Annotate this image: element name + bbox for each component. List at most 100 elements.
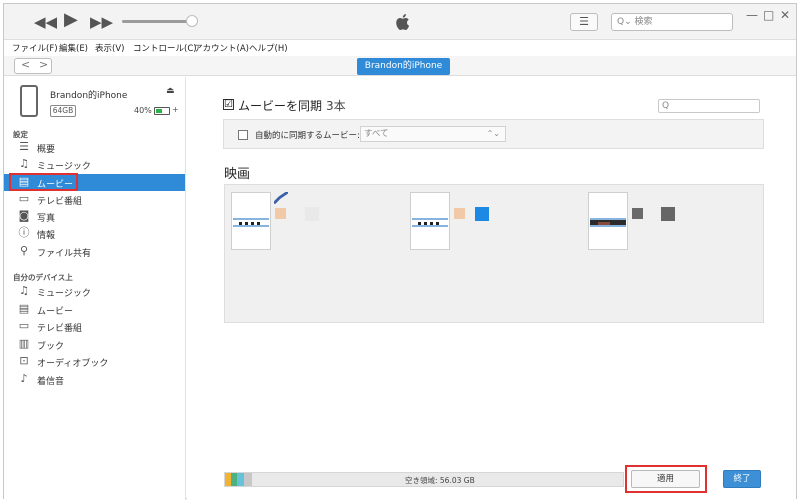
audiobook-icon: ⊡ [19,354,29,367]
sidebar-item-device-books[interactable]: ▥ ブック [4,336,185,353]
battery-fill [156,109,162,113]
back-button[interactable]: < [21,58,30,71]
film-strip [233,218,269,227]
storage-bar: 空き領域: 56.03 GB [224,472,624,487]
bell-icon: ♪ [20,372,28,385]
sidebar-item-music[interactable]: ♫ ミュージック [4,156,185,173]
sidebar-item-label: ファイル共有 [37,249,92,259]
chevron-updown-icon: ⌃⌄ [486,129,500,138]
movie-thumbnail[interactable] [410,192,450,250]
movies-highlight-box [9,173,78,191]
movies-section-header: 映画 [224,167,251,182]
sidebar-item-label: ミュージック [37,289,91,299]
movie-grid [224,184,764,323]
eject-icon[interactable]: ⏏ [166,86,175,96]
sidebar-item-device-ringtones[interactable]: ♪ 着信音 [4,371,185,388]
music-icon: ♫ [19,284,29,297]
forward-button[interactable]: ▶▶ [90,13,113,31]
maximize-button[interactable]: □ [763,8,774,22]
sidebar-item-info[interactable]: ⓘ 情報 [4,225,185,242]
movie-3-badge [632,208,643,219]
list-icon: ☰ [579,15,589,28]
menu-account[interactable]: アカウント(A) [194,42,249,54]
play-button[interactable]: ▶ [64,11,78,29]
summary-icon: ☰ [19,140,29,153]
storage-segment [237,473,244,486]
sidebar-item-label: ブック [37,342,65,352]
movie-thumbnail[interactable] [231,192,271,250]
auto-sync-select[interactable]: すべて ⌃⌄ [360,126,506,142]
sidebar-item-label: テレビ番組 [37,197,83,207]
sidebar-item-device-music[interactable]: ♫ ミュージック [4,283,185,300]
film-strip [590,218,626,227]
device-name: Brandon的iPhone [50,91,128,101]
music-icon: ♫ [19,157,29,170]
info-icon: ⓘ [18,226,30,239]
movie-2-badge [454,208,465,219]
apple-logo-icon [396,14,410,30]
sidebar-item-file-sharing[interactable]: ⚲ ファイル共有 [4,243,185,260]
menu-file[interactable]: ファイル(F) [12,42,58,54]
free-space-label: 空き領域: 56.03 GB [405,476,475,485]
main-panel: ☑ ムービーを同期 3本 Q 自動的に同期するムービー: すべて ⌃⌄ 映画 空… [187,77,796,500]
storage-segment [244,473,252,486]
movie-1-badge [275,208,286,219]
tv-icon: ▭ [18,192,30,205]
close-button[interactable]: ✕ [780,8,790,22]
list-view-button[interactable]: ☰ [570,13,598,31]
sidebar-item-label: ムービー [37,307,74,317]
menu-help[interactable]: ヘルプ(H) [249,42,288,54]
menu-bar: ファイル(F) 編集(E) 表示(V) コントロール(C) アカウント(A) ヘ… [4,40,796,56]
sidebar-item-device-movies[interactable]: ▤ ムービー [4,301,185,318]
movie-count: 3本 [326,99,346,113]
device-button[interactable]: Brandon的iPhone [357,58,450,75]
volume-slider-knob[interactable] [186,15,198,27]
capacity-badge: 64GB [50,105,76,117]
menu-view[interactable]: 表示(V) [95,42,124,54]
movie-icon: ▤ [18,302,30,315]
menu-edit[interactable]: 編集(E) [59,42,88,54]
sync-movies-title: ムービーを同期 [238,99,323,113]
sidebar-item-label: 着信音 [37,377,65,387]
sidebar-item-device-tv[interactable]: ▭ テレビ番組 [4,318,185,335]
camera-icon: ◙ [18,209,30,222]
book-icon: ▥ [18,337,30,350]
sidebar-item-label: テレビ番組 [37,324,83,334]
checkmark-icon [274,192,288,205]
movie-1-tag [305,207,319,221]
minimize-button[interactable]: — [746,8,758,22]
volume-slider[interactable] [122,20,192,23]
sidebar-item-label: 写真 [37,214,56,224]
auto-sync-label: 自動的に同期するムービー: [255,131,360,141]
sidebar-item-summary[interactable]: ☰ 概要 [4,139,185,156]
nav-bar: < > Brandon的iPhone [4,56,796,76]
menu-controls[interactable]: コントロール(C) [133,42,197,54]
movie-search-input[interactable]: Q [658,99,760,113]
rewind-button[interactable]: ◀◀ [34,13,57,31]
apply-button[interactable]: 適用 [631,470,700,488]
movie-2-tag [475,207,489,221]
iphone-icon [20,85,38,117]
battery-percent: 40% [134,106,152,115]
my-device-header: 自分のデバイス上 [13,273,73,282]
auto-sync-panel: 自動的に同期するムービー: すべて ⌃⌄ [223,119,764,149]
forward-nav-button[interactable]: > [39,58,48,71]
sidebar-item-label: 概要 [37,145,56,155]
sidebar-item-photos[interactable]: ◙ 写真 [4,208,185,225]
history-nav: < > [14,58,52,74]
sync-movies-checkbox[interactable]: ☑ [223,99,234,110]
auto-sync-value: すべて [364,129,389,139]
done-button[interactable]: 終了 [723,470,761,488]
movie-thumbnail[interactable] [588,192,628,250]
sidebar-item-label: 情報 [37,231,56,241]
battery-icon [154,107,170,115]
sidebar-item-tv[interactable]: ▭ テレビ番組 [4,191,185,208]
itunes-window: ◀◀ ▶ ▶▶ ☰ Q⌄ 検索 — □ ✕ ファイル(F) 編集(E) 表示(V… [3,3,797,500]
sidebar-item-device-audiobooks[interactable]: ⊡ オーディオブック [4,353,185,370]
auto-sync-checkbox[interactable] [238,130,248,140]
movie-3-tag [661,207,675,221]
title-bar: ◀◀ ▶ ▶▶ ☰ Q⌄ 検索 — □ ✕ [4,4,796,40]
search-icon: Q [662,101,670,111]
charging-icon: + [172,105,179,114]
search-input[interactable]: Q⌄ 検索 [611,13,733,31]
